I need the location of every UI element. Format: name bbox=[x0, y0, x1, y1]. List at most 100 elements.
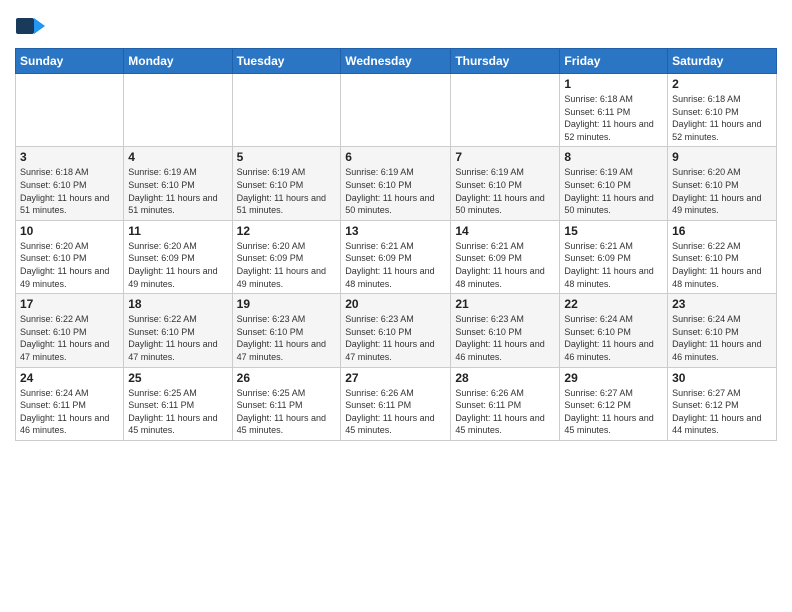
day-info: Sunrise: 6:27 AM Sunset: 6:12 PM Dayligh… bbox=[564, 387, 663, 437]
day-number: 16 bbox=[672, 224, 772, 238]
day-info: Sunrise: 6:22 AM Sunset: 6:10 PM Dayligh… bbox=[672, 240, 772, 290]
day-number: 15 bbox=[564, 224, 663, 238]
calendar-cell bbox=[16, 74, 124, 147]
day-info: Sunrise: 6:22 AM Sunset: 6:10 PM Dayligh… bbox=[20, 313, 119, 363]
calendar-cell: 6 Sunrise: 6:19 AM Sunset: 6:10 PM Daylig… bbox=[341, 147, 451, 220]
weekday-header: Monday bbox=[124, 49, 232, 74]
calendar-cell: 23Sunrise: 6:24 AM Sunset: 6:10 PM Dayli… bbox=[668, 294, 777, 367]
day-info: Sunrise: 6:20 AM Sunset: 6:09 PM Dayligh… bbox=[237, 240, 337, 290]
day-number: 8 bbox=[564, 150, 663, 164]
day-number: 24 bbox=[20, 371, 119, 385]
day-info: Sunrise: 6:21 AM Sunset: 6:09 PM Dayligh… bbox=[564, 240, 663, 290]
calendar-table: SundayMondayTuesdayWednesdayThursdayFrid… bbox=[15, 48, 777, 441]
calendar-cell: 14Sunrise: 6:21 AM Sunset: 6:09 PM Dayli… bbox=[451, 220, 560, 293]
day-info: Sunrise: 6:18 AM Sunset: 6:10 PM Dayligh… bbox=[20, 166, 119, 216]
calendar-cell: 28 Sunrise: 6:26 AM Sunset: 6:11 PM Dayli… bbox=[451, 367, 560, 440]
calendar-cell: 21 Sunrise: 6:23 AM Sunset: 6:10 PM Dayli… bbox=[451, 294, 560, 367]
calendar-cell: 26 Sunrise: 6:25 AM Sunset: 6:11 PM Dayli… bbox=[232, 367, 341, 440]
calendar-cell: 4 Sunrise: 6:19 AM Sunset: 6:10 PM Daylig… bbox=[124, 147, 232, 220]
weekday-header: Sunday bbox=[16, 49, 124, 74]
day-number: 4 bbox=[128, 150, 227, 164]
day-number: 5 bbox=[237, 150, 337, 164]
day-info: Sunrise: 6:19 AM Sunset: 6:10 PM Dayligh… bbox=[237, 166, 337, 216]
calendar-cell: 22 Sunrise: 6:24 AM Sunset: 6:10 PM Dayli… bbox=[560, 294, 668, 367]
calendar-cell: 13Sunrise: 6:21 AM Sunset: 6:09 PM Dayli… bbox=[341, 220, 451, 293]
day-number: 14 bbox=[455, 224, 555, 238]
calendar-cell: 9 Sunrise: 6:20 AM Sunset: 6:10 PM Daylig… bbox=[668, 147, 777, 220]
header bbox=[15, 10, 777, 42]
calendar-cell: 2 Sunrise: 6:18 AM Sunset: 6:10 PM Daylig… bbox=[668, 74, 777, 147]
day-number: 29 bbox=[564, 371, 663, 385]
day-number: 20 bbox=[345, 297, 446, 311]
day-info: Sunrise: 6:23 AM Sunset: 6:10 PM Dayligh… bbox=[455, 313, 555, 363]
calendar-week-row: 3Sunrise: 6:18 AM Sunset: 6:10 PM Daylig… bbox=[16, 147, 777, 220]
day-info: Sunrise: 6:19 AM Sunset: 6:10 PM Dayligh… bbox=[345, 166, 446, 216]
calendar-week-row: 24Sunrise: 6:24 AM Sunset: 6:11 PM Dayli… bbox=[16, 367, 777, 440]
day-number: 11 bbox=[128, 224, 227, 238]
day-info: Sunrise: 6:26 AM Sunset: 6:11 PM Dayligh… bbox=[345, 387, 446, 437]
weekday-header: Friday bbox=[560, 49, 668, 74]
day-info: Sunrise: 6:24 AM Sunset: 6:10 PM Dayligh… bbox=[564, 313, 663, 363]
logo-icon bbox=[15, 10, 47, 42]
calendar-week-row: 10 Sunrise: 6:20 AM Sunset: 6:10 PM Dayli… bbox=[16, 220, 777, 293]
day-number: 28 bbox=[455, 371, 555, 385]
day-info: Sunrise: 6:25 AM Sunset: 6:11 PM Dayligh… bbox=[237, 387, 337, 437]
day-number: 27 bbox=[345, 371, 446, 385]
day-number: 10 bbox=[20, 224, 119, 238]
day-info: Sunrise: 6:20 AM Sunset: 6:10 PM Dayligh… bbox=[20, 240, 119, 290]
day-number: 9 bbox=[672, 150, 772, 164]
calendar-cell: 27 Sunrise: 6:26 AM Sunset: 6:11 PM Dayli… bbox=[341, 367, 451, 440]
calendar-cell: 20 Sunrise: 6:23 AM Sunset: 6:10 PM Dayli… bbox=[341, 294, 451, 367]
day-info: Sunrise: 6:20 AM Sunset: 6:10 PM Dayligh… bbox=[672, 166, 772, 216]
calendar-week-row: 17 Sunrise: 6:22 AM Sunset: 6:10 PM Dayli… bbox=[16, 294, 777, 367]
weekday-header: Thursday bbox=[451, 49, 560, 74]
day-number: 1 bbox=[564, 77, 663, 91]
day-info: Sunrise: 6:23 AM Sunset: 6:10 PM Dayligh… bbox=[237, 313, 337, 363]
calendar-cell: 24Sunrise: 6:24 AM Sunset: 6:11 PM Dayli… bbox=[16, 367, 124, 440]
day-number: 18 bbox=[128, 297, 227, 311]
day-info: Sunrise: 6:21 AM Sunset: 6:09 PM Dayligh… bbox=[345, 240, 446, 290]
calendar-cell bbox=[124, 74, 232, 147]
day-number: 12 bbox=[237, 224, 337, 238]
calendar-cell: 12 Sunrise: 6:20 AM Sunset: 6:09 PM Dayli… bbox=[232, 220, 341, 293]
calendar-cell: 5 Sunrise: 6:19 AM Sunset: 6:10 PM Daylig… bbox=[232, 147, 341, 220]
calendar-cell: 8Sunrise: 6:19 AM Sunset: 6:10 PM Daylig… bbox=[560, 147, 668, 220]
day-number: 25 bbox=[128, 371, 227, 385]
day-number: 21 bbox=[455, 297, 555, 311]
weekday-header: Wednesday bbox=[341, 49, 451, 74]
calendar-cell: 18 Sunrise: 6:22 AM Sunset: 6:10 PM Dayli… bbox=[124, 294, 232, 367]
calendar-cell: 7 Sunrise: 6:19 AM Sunset: 6:10 PM Daylig… bbox=[451, 147, 560, 220]
calendar-cell: 25Sunrise: 6:25 AM Sunset: 6:11 PM Dayli… bbox=[124, 367, 232, 440]
calendar-cell: 17 Sunrise: 6:22 AM Sunset: 6:10 PM Dayli… bbox=[16, 294, 124, 367]
day-number: 17 bbox=[20, 297, 119, 311]
day-number: 26 bbox=[237, 371, 337, 385]
day-info: Sunrise: 6:23 AM Sunset: 6:10 PM Dayligh… bbox=[345, 313, 446, 363]
day-info: Sunrise: 6:27 AM Sunset: 6:12 PM Dayligh… bbox=[672, 387, 772, 437]
day-info: Sunrise: 6:19 AM Sunset: 6:10 PM Dayligh… bbox=[128, 166, 227, 216]
day-info: Sunrise: 6:18 AM Sunset: 6:11 PM Dayligh… bbox=[564, 93, 663, 143]
calendar-cell bbox=[451, 74, 560, 147]
logo bbox=[15, 10, 49, 42]
calendar-cell: 19 Sunrise: 6:23 AM Sunset: 6:10 PM Dayli… bbox=[232, 294, 341, 367]
day-info: Sunrise: 6:18 AM Sunset: 6:10 PM Dayligh… bbox=[672, 93, 772, 143]
calendar-cell: 29 Sunrise: 6:27 AM Sunset: 6:12 PM Dayli… bbox=[560, 367, 668, 440]
calendar-week-row: 1 Sunrise: 6:18 AM Sunset: 6:11 PM Daylig… bbox=[16, 74, 777, 147]
calendar-cell: 10 Sunrise: 6:20 AM Sunset: 6:10 PM Dayli… bbox=[16, 220, 124, 293]
day-info: Sunrise: 6:19 AM Sunset: 6:10 PM Dayligh… bbox=[455, 166, 555, 216]
day-number: 19 bbox=[237, 297, 337, 311]
calendar-header-row: SundayMondayTuesdayWednesdayThursdayFrid… bbox=[16, 49, 777, 74]
day-number: 7 bbox=[455, 150, 555, 164]
calendar-cell bbox=[232, 74, 341, 147]
page: SundayMondayTuesdayWednesdayThursdayFrid… bbox=[0, 0, 792, 612]
calendar-cell: 30 Sunrise: 6:27 AM Sunset: 6:12 PM Dayli… bbox=[668, 367, 777, 440]
day-number: 2 bbox=[672, 77, 772, 91]
day-info: Sunrise: 6:26 AM Sunset: 6:11 PM Dayligh… bbox=[455, 387, 555, 437]
day-number: 30 bbox=[672, 371, 772, 385]
day-number: 6 bbox=[345, 150, 446, 164]
day-info: Sunrise: 6:20 AM Sunset: 6:09 PM Dayligh… bbox=[128, 240, 227, 290]
day-info: Sunrise: 6:22 AM Sunset: 6:10 PM Dayligh… bbox=[128, 313, 227, 363]
weekday-header: Tuesday bbox=[232, 49, 341, 74]
calendar-cell: 11 Sunrise: 6:20 AM Sunset: 6:09 PM Dayli… bbox=[124, 220, 232, 293]
calendar-cell: 15 Sunrise: 6:21 AM Sunset: 6:09 PM Dayli… bbox=[560, 220, 668, 293]
day-number: 22 bbox=[564, 297, 663, 311]
